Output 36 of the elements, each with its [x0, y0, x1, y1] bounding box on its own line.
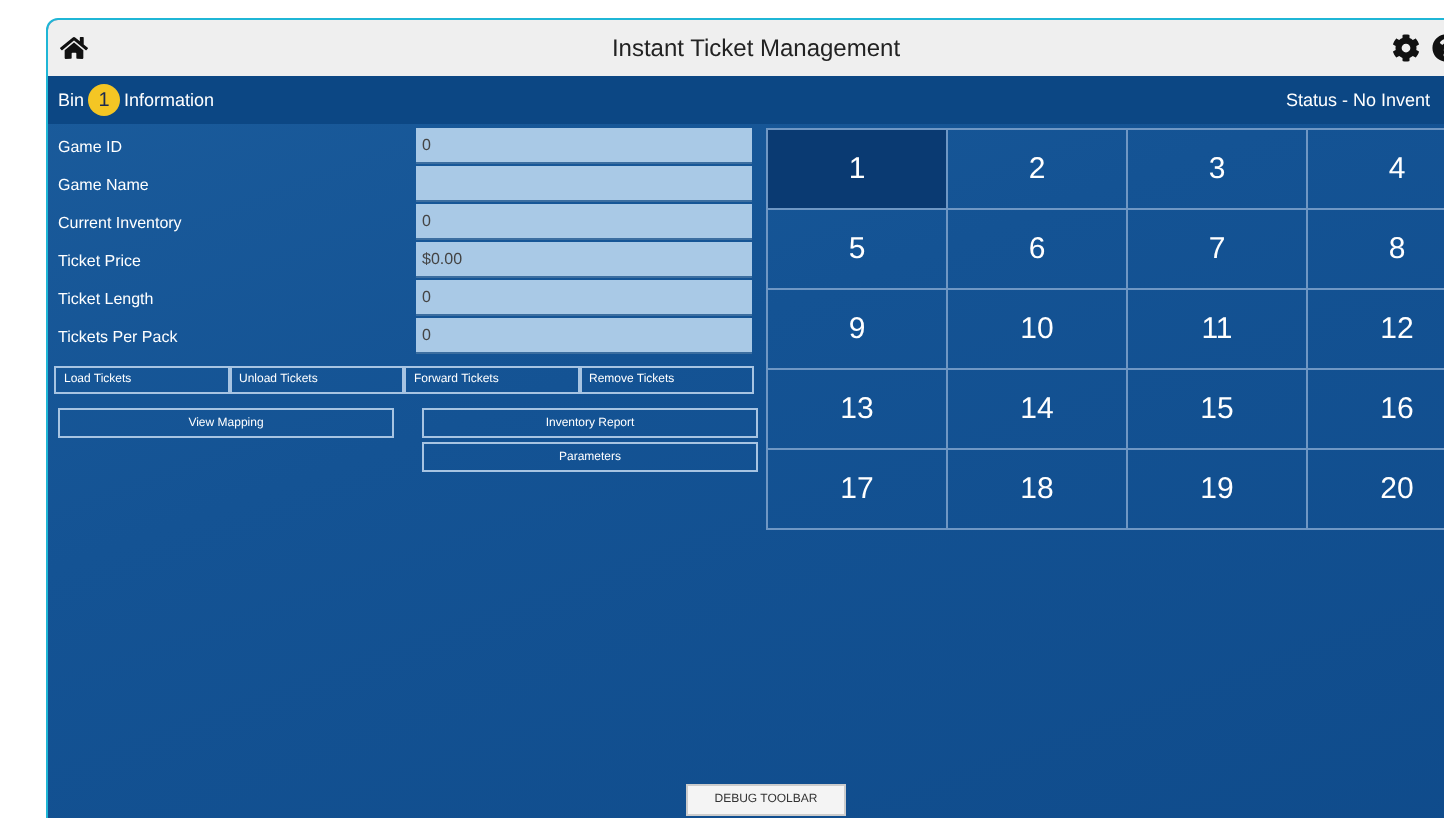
bin-tile[interactable]: 1 [768, 130, 948, 210]
field-label: Ticket Length [56, 287, 156, 312]
bin-tile[interactable]: 3 [1128, 130, 1308, 210]
bin-tile[interactable]: 2 [948, 130, 1128, 210]
field-label: Ticket Price [56, 249, 143, 273]
bin-number-badge: 1 [88, 84, 121, 116]
bin-tile[interactable]: 14 [948, 370, 1128, 450]
input-field[interactable]: 0 [416, 128, 752, 164]
input-field[interactable]: 0 [416, 280, 752, 316]
bin-tile[interactable]: 13 [768, 370, 948, 450]
bin-tile[interactable]: 17 [768, 450, 948, 530]
input-field[interactable]: $0.00 [416, 242, 752, 278]
bin-tile[interactable]: 8 [1308, 210, 1444, 290]
window-title: Instant Ticket Management [609, 34, 903, 62]
field-label: Current Inventory [56, 211, 184, 236]
bin-tile[interactable]: 6 [948, 210, 1128, 290]
input-field[interactable]: 0 [416, 318, 752, 354]
bin-tile[interactable]: 20 [1308, 450, 1444, 530]
bin-tile[interactable]: 15 [1128, 370, 1308, 450]
field-label: Game Name [56, 173, 151, 197]
bin-tile[interactable]: 12 [1308, 290, 1444, 370]
bin-tile[interactable]: 4 [1308, 130, 1444, 210]
field-label: Tickets Per Pack [56, 325, 180, 349]
bin-tile[interactable]: 10 [948, 290, 1128, 370]
header-label: Information [124, 90, 215, 110]
status-text: Status - No Invent [1285, 90, 1430, 110]
bin-tile[interactable]: 18 [948, 450, 1128, 530]
bin-tile[interactable]: 19 [1128, 450, 1308, 530]
bin-tile[interactable]: 9 [768, 290, 948, 370]
bin-tile[interactable]: 7 [1128, 210, 1308, 290]
bin-tile[interactable]: 16 [1308, 370, 1444, 450]
input-field[interactable]: 0 [416, 204, 752, 240]
bin-tile[interactable]: 11 [1128, 290, 1308, 370]
bin-tile[interactable]: 5 [768, 210, 948, 290]
field-label: Game ID [56, 135, 125, 159]
header-label: Bin [58, 90, 85, 110]
